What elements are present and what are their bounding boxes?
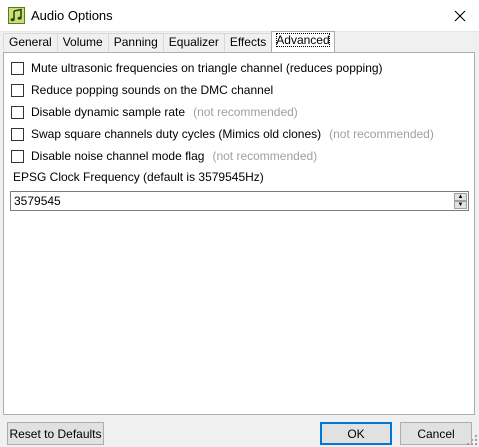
advanced-panel: Mute ultrasonic frequencies on triangle … — [3, 52, 475, 415]
option-note: (not recommended) — [212, 149, 318, 163]
epsg-clock-label: EPSG Clock Frequency (default is 3579545… — [13, 170, 264, 184]
option-note: (not recommended) — [329, 127, 434, 141]
option-disable-dynamic-sample-rate[interactable]: Disable dynamic sample rate (not recomme… — [11, 104, 298, 120]
option-disable-noise-mode-flag[interactable]: Disable noise channel mode flag (not rec… — [11, 148, 317, 164]
option-mute-ultrasonic[interactable]: Mute ultrasonic frequencies on triangle … — [11, 60, 383, 76]
tab-advanced-label: Advanced — [276, 33, 330, 47]
option-note: (not recommended) — [193, 105, 298, 119]
window-title: Audio Options — [31, 8, 113, 23]
checkbox[interactable] — [11, 127, 24, 141]
option-label: Swap square channels duty cycles (Mimics… — [31, 127, 322, 141]
ok-button[interactable]: OK — [320, 422, 392, 445]
option-label: Reduce popping sounds on the DMC channel — [31, 83, 274, 97]
option-label: Disable dynamic sample rate — [31, 105, 186, 119]
tab-panning[interactable]: Panning — [107, 33, 164, 51]
checkbox[interactable] — [11, 105, 24, 119]
resize-grip-icon[interactable] — [467, 435, 477, 445]
epsg-clock-spinbox[interactable]: 3579545 ▲ ▼ — [10, 191, 469, 211]
option-label: Disable noise channel mode flag — [31, 149, 205, 163]
spin-up-button[interactable]: ▲ — [454, 193, 467, 201]
tab-strip: General Volume Panning Equalizer Effects… — [3, 31, 335, 52]
epsg-clock-value[interactable]: 3579545 — [14, 194, 61, 208]
title-bar: Audio Options — [0, 0, 479, 32]
option-swap-duty-cycles[interactable]: Swap square channels duty cycles (Mimics… — [11, 126, 434, 142]
reset-to-defaults-button[interactable]: Reset to Defaults — [7, 422, 104, 445]
tab-volume[interactable]: Volume — [56, 33, 109, 51]
close-icon — [454, 10, 466, 21]
tab-effects[interactable]: Effects — [223, 33, 273, 51]
checkbox[interactable] — [11, 149, 24, 163]
tab-advanced[interactable]: Advanced — [271, 31, 335, 52]
tab-general[interactable]: General — [3, 33, 58, 51]
checkbox[interactable] — [11, 61, 24, 75]
spin-buttons: ▲ ▼ — [454, 193, 467, 209]
up-arrow-icon: ▲ — [457, 194, 464, 200]
option-label: Mute ultrasonic frequencies on triangle … — [31, 61, 383, 75]
option-reduce-dmc-popping[interactable]: Reduce popping sounds on the DMC channel — [11, 82, 273, 98]
down-arrow-icon: ▼ — [457, 202, 464, 208]
tab-equalizer[interactable]: Equalizer — [162, 33, 225, 51]
spin-down-button[interactable]: ▼ — [454, 201, 467, 209]
cancel-button[interactable]: Cancel — [400, 422, 472, 445]
music-note-icon — [8, 7, 25, 24]
close-button[interactable] — [441, 0, 479, 31]
checkbox[interactable] — [11, 83, 24, 97]
